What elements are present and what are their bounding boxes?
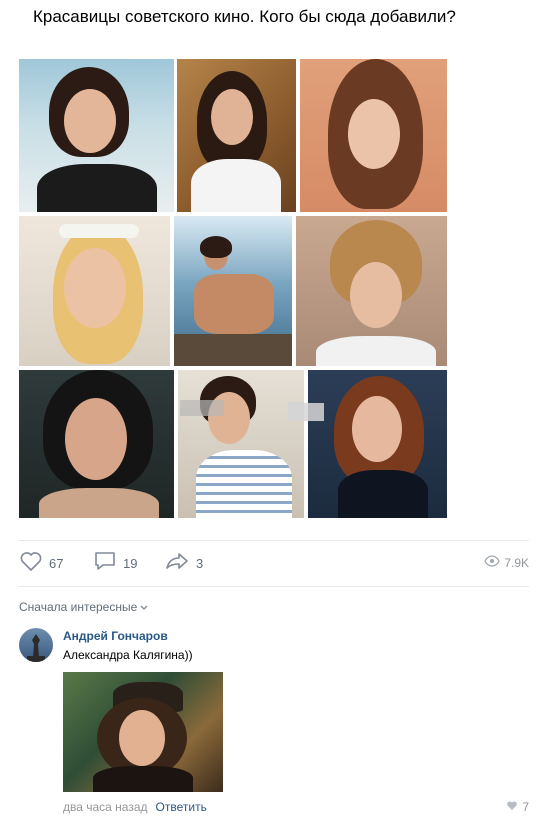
photo-7[interactable] [19, 370, 174, 518]
post-divider [19, 540, 529, 541]
comment-time: два часа назад [63, 800, 148, 814]
photo-8[interactable] [178, 370, 304, 518]
sort-label: Сначала интересные [19, 600, 138, 614]
reply-link[interactable]: Ответить [156, 800, 207, 814]
view-count: 7.9K [504, 555, 529, 570]
photo-4[interactable] [19, 216, 170, 366]
comment-like-button[interactable]: 7 [506, 800, 529, 814]
photo-2[interactable] [177, 59, 296, 212]
eye-icon [484, 555, 501, 570]
share-button[interactable]: 3 [164, 552, 203, 574]
comment-image[interactable] [63, 672, 223, 792]
comment-count: 19 [123, 555, 138, 571]
photo-9[interactable] [308, 370, 447, 518]
comment-icon [93, 550, 117, 577]
comment-meta: два часа назад Ответить [63, 800, 207, 814]
comment-like-count: 7 [522, 800, 529, 814]
avatar[interactable] [19, 628, 53, 662]
like-button[interactable]: 67 [19, 550, 64, 577]
comment-button[interactable]: 19 [93, 550, 138, 577]
blur-patch [288, 403, 324, 421]
like-count: 67 [49, 555, 64, 571]
photo-5[interactable] [174, 216, 292, 366]
comment-author[interactable]: Андрей Гончаров [63, 629, 168, 643]
photo-3[interactable] [300, 59, 447, 212]
post-title: Красавицы советского кино. Кого бы сюда … [33, 7, 456, 26]
share-count: 3 [196, 555, 204, 571]
share-icon [164, 550, 190, 577]
views: 7.9K [484, 555, 529, 570]
heart-icon [19, 550, 43, 577]
comments-divider [19, 586, 529, 587]
comment-text: Александра Калягина)) [63, 648, 193, 662]
comment-sort[interactable]: Сначала интересные [19, 600, 148, 614]
photo-1[interactable] [19, 59, 174, 212]
chevron-down-icon [140, 600, 148, 614]
photo-6[interactable] [296, 216, 447, 366]
heart-icon [506, 800, 518, 814]
